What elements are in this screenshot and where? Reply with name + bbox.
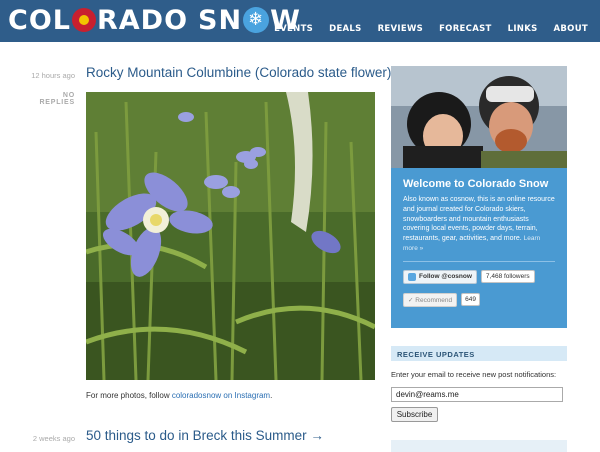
receive-updates-description: Enter your email to receive new post not… — [391, 370, 557, 379]
logo-text-1: COL — [8, 4, 71, 36]
email-field[interactable] — [391, 387, 563, 402]
sidebar-widget — [391, 440, 567, 452]
nav-links[interactable]: LINKS — [508, 24, 538, 34]
welcome-panel: Welcome to Colorado Snow Also known as c… — [391, 168, 567, 328]
nav-events[interactable]: EVENTS — [274, 24, 313, 34]
nav-reviews[interactable]: REVIEWS — [378, 24, 424, 34]
nav-about[interactable]: ABOUT — [554, 24, 588, 34]
recommend-row: ✓ Recommend 649 — [403, 292, 555, 307]
nav-deals[interactable]: DEALS — [329, 24, 361, 34]
post-timestamp: 2 weeks ago — [32, 434, 75, 443]
receive-updates-heading: RECEIVE UPDATES — [391, 346, 567, 361]
subscribe-button[interactable]: Subscribe — [391, 407, 438, 422]
main-nav: EVENTS DEALS REVIEWS FORECAST LINKS ABOU… — [258, 24, 588, 34]
logo-text-2: RADO — [96, 4, 189, 36]
logo-text-3: SN — [198, 4, 243, 36]
post-caption: For more photos, follow coloradosnow on … — [86, 391, 272, 400]
post-title-link[interactable]: Rocky Mountain Columbine (Colorado state… — [86, 65, 391, 80]
nav-forecast[interactable]: FORECAST — [439, 24, 492, 34]
twitter-bird-icon — [408, 272, 416, 281]
follower-count: 7,468 followers — [480, 270, 535, 284]
columbine-photo-graphic — [86, 92, 375, 380]
colorado-flag-icon — [71, 8, 96, 32]
site-header: COL RADO SN ❄ W EVENTS DEALS REVIEWS FOR… — [0, 0, 600, 42]
caption-text: For more photos, follow — [86, 391, 172, 400]
post-timestamp: 12 hours ago — [31, 71, 75, 80]
instagram-link[interactable]: coloradosnow on Instagram — [172, 391, 270, 400]
authors-photo — [391, 66, 567, 168]
divider — [403, 260, 555, 262]
welcome-title: Welcome to Colorado Snow — [403, 178, 549, 190]
recommend-button[interactable]: ✓ Recommend — [403, 292, 458, 307]
twitter-follow-row: Follow @cosnow 7,468 followers — [403, 269, 555, 284]
authors-photo-graphic — [391, 66, 567, 168]
post-title-link[interactable]: 50 things to do in Breck this Summer → — [86, 428, 324, 443]
caption-suffix: . — [270, 391, 273, 400]
columbine-photo[interactable] — [86, 92, 375, 380]
welcome-text: Also known as cosnow, this is an online … — [403, 196, 555, 252]
post-replies-link[interactable]: NO REPLIES — [30, 92, 75, 106]
recommend-count: 649 — [461, 293, 480, 307]
site-logo[interactable]: COL RADO SN ❄ W — [8, 4, 301, 36]
twitter-follow-button[interactable]: Follow @cosnow — [403, 269, 477, 284]
